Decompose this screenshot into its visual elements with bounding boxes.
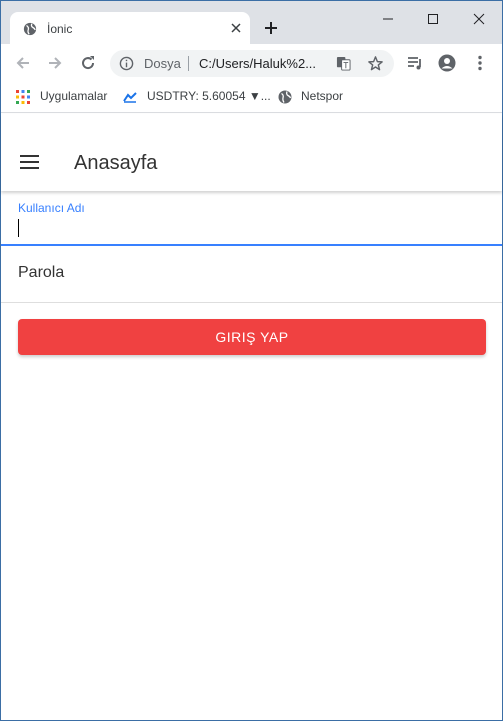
info-icon[interactable] [119,56,134,71]
maximize-icon[interactable] [423,9,443,29]
browser-window: İonic Dosya C:/Users/Haluk%2... Uygulama… [0,0,503,721]
menu-icon[interactable] [20,154,40,170]
minimize-icon[interactable] [378,9,398,29]
username-label: Kullanıcı Adı [18,201,85,215]
username-field[interactable]: Kullanıcı Adı [1,191,502,246]
new-tab-icon[interactable] [263,20,279,36]
browser-tab[interactable]: İonic [10,12,250,45]
chart-icon [123,92,137,103]
password-field[interactable]: Parola [1,246,502,303]
app-header: Anasayfa [1,114,502,191]
globe-icon [278,90,292,104]
tab-title: İonic [47,22,73,36]
scheme-label: Dosya [144,56,181,71]
reload-icon[interactable] [79,54,97,72]
bookmark-netspor[interactable]: Netspor [301,89,343,105]
bookmark-apps[interactable]: Uygulamalar [40,89,107,105]
window-close-icon[interactable] [469,9,489,29]
bookmark-usdtry[interactable]: USDTRY: 5.60054 ▼... [147,89,271,105]
forward-arrow-icon[interactable] [46,54,64,72]
password-label: Parola [18,264,65,281]
omnibox-divider [188,56,189,71]
browser-toolbar: Dosya C:/Users/Haluk%2... [1,44,502,82]
profile-avatar-icon[interactable] [438,54,456,72]
bookmarks-bar: Uygulamalar USDTRY: 5.60054 ▼... Netspor [1,82,502,113]
apps-grid-icon [16,90,30,104]
page-title: Anasayfa [74,152,158,174]
url-text[interactable]: C:/Users/Haluk%2... [199,56,316,71]
login-button[interactable]: GIRIŞ YAP [18,319,486,355]
back-arrow-icon[interactable] [14,54,32,72]
address-bar[interactable]: Dosya C:/Users/Haluk%2... [110,50,394,77]
tab-strip: İonic [1,1,502,45]
more-vert-icon[interactable] [471,54,489,72]
close-tab-icon[interactable] [228,20,244,36]
translate-icon[interactable] [336,56,351,71]
text-caret [18,219,19,237]
media-playlist-icon[interactable] [406,54,424,72]
username-input[interactable] [18,218,478,238]
bookmark-star-icon[interactable] [367,55,384,72]
globe-icon [23,22,37,36]
